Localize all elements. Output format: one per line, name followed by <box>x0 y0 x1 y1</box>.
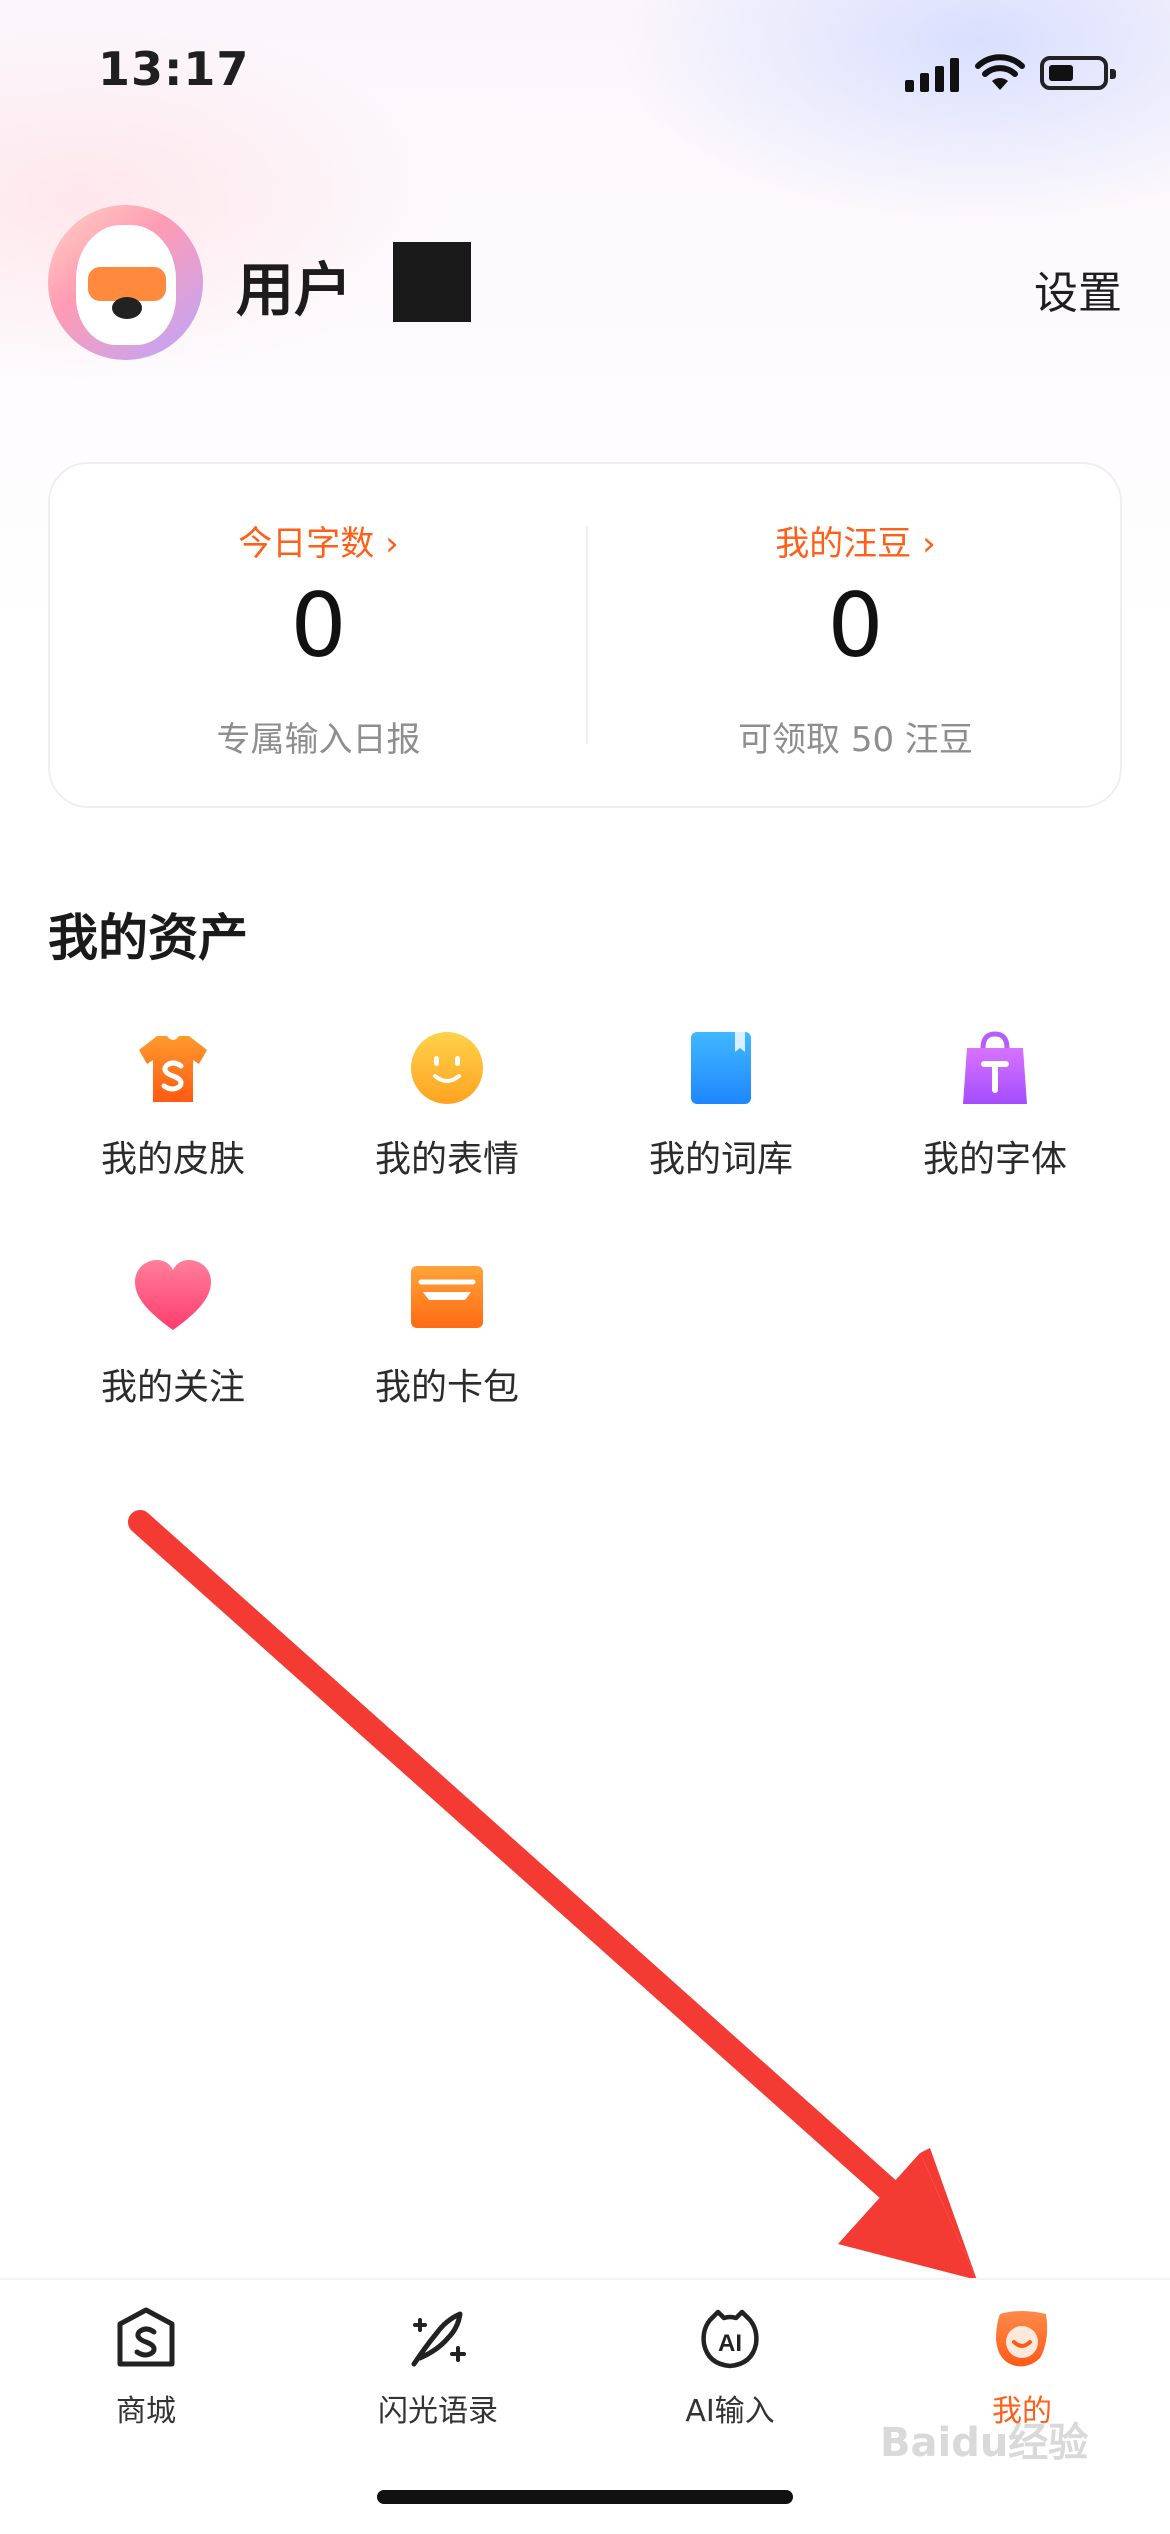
heart-icon <box>135 1260 211 1330</box>
asset-label: 我的关注 <box>100 1367 245 1408</box>
book-lexicon-icon <box>691 1032 751 1104</box>
asset-item-skin[interactable]: 我的皮肤 <box>53 1030 293 1200</box>
today-words-link[interactable]: 今日字数 › <box>50 516 587 565</box>
tab-ai-input[interactable]: AI AI输入 <box>584 2280 876 2480</box>
tab-store[interactable]: 商城 <box>0 2280 292 2480</box>
today-words-value: 0 <box>290 574 347 677</box>
tab-label: 闪光语录 <box>378 2394 498 2429</box>
wangdou-value: 0 <box>827 574 884 677</box>
asset-label: 我的皮肤 <box>100 1139 245 1180</box>
asset-label: 我的表情 <box>374 1139 519 1180</box>
asset-item-following[interactable]: 我的关注 <box>53 1258 293 1428</box>
status-bar: 13:17 <box>0 0 1170 150</box>
tab-label: 商城 <box>116 2394 176 2429</box>
wangdou-subtitle: 可领取 50 汪豆 <box>738 720 973 760</box>
tab-quotes[interactable]: 闪光语录 <box>292 2280 584 2480</box>
avatar[interactable] <box>48 205 203 360</box>
today-words-stat[interactable]: 今日字数 › 0 专属输入日报 <box>50 464 587 810</box>
ai-input-icon: AI <box>701 2309 759 2369</box>
profile-face-icon <box>996 2311 1048 2367</box>
username[interactable]: 用户 <box>236 243 352 327</box>
battery-icon <box>1040 56 1116 90</box>
shopping-bag-font-icon <box>963 1031 1027 1104</box>
home-indicator[interactable] <box>377 2490 793 2504</box>
wifi-icon <box>975 54 1025 90</box>
svg-text:AI: AI <box>718 2330 742 2357</box>
asset-item-card-wallet[interactable]: 我的卡包 <box>327 1258 567 1428</box>
tshirt-skin-icon <box>139 1036 207 1102</box>
asset-label: 我的卡包 <box>374 1367 519 1408</box>
asset-label: 我的字体 <box>922 1139 1067 1180</box>
quill-sparkle-icon <box>411 2311 466 2367</box>
asset-item-font[interactable]: 我的字体 <box>875 1030 1115 1200</box>
card-wallet-icon <box>411 1266 483 1328</box>
status-time: 13:17 <box>98 42 250 96</box>
profile-header: 用户 设置 <box>48 205 1122 365</box>
assets-title: 我的资产 <box>48 909 248 967</box>
cellular-signal-icon <box>905 58 959 92</box>
asset-item-lexicon[interactable]: 我的词库 <box>601 1030 841 1200</box>
watermark: Baidu经验 <box>880 2420 1089 2466</box>
settings-button[interactable]: 设置 <box>1034 257 1122 321</box>
today-words-subtitle: 专属输入日报 <box>216 720 421 760</box>
asset-label: 我的词库 <box>648 1139 793 1180</box>
asset-item-emoji[interactable]: 我的表情 <box>327 1030 567 1200</box>
wangdou-stat[interactable]: 我的汪豆 › 0 可领取 50 汪豆 <box>587 464 1124 810</box>
stats-card: 今日字数 › 0 专属输入日报 我的汪豆 › 0 可领取 50 汪豆 <box>48 462 1122 808</box>
tab-label: AI输入 <box>685 2394 775 2429</box>
wangdou-link[interactable]: 我的汪豆 › <box>587 516 1124 565</box>
redacted-user-id <box>393 242 471 322</box>
store-icon <box>117 2307 175 2367</box>
smiley-emoji-icon <box>411 1032 483 1104</box>
